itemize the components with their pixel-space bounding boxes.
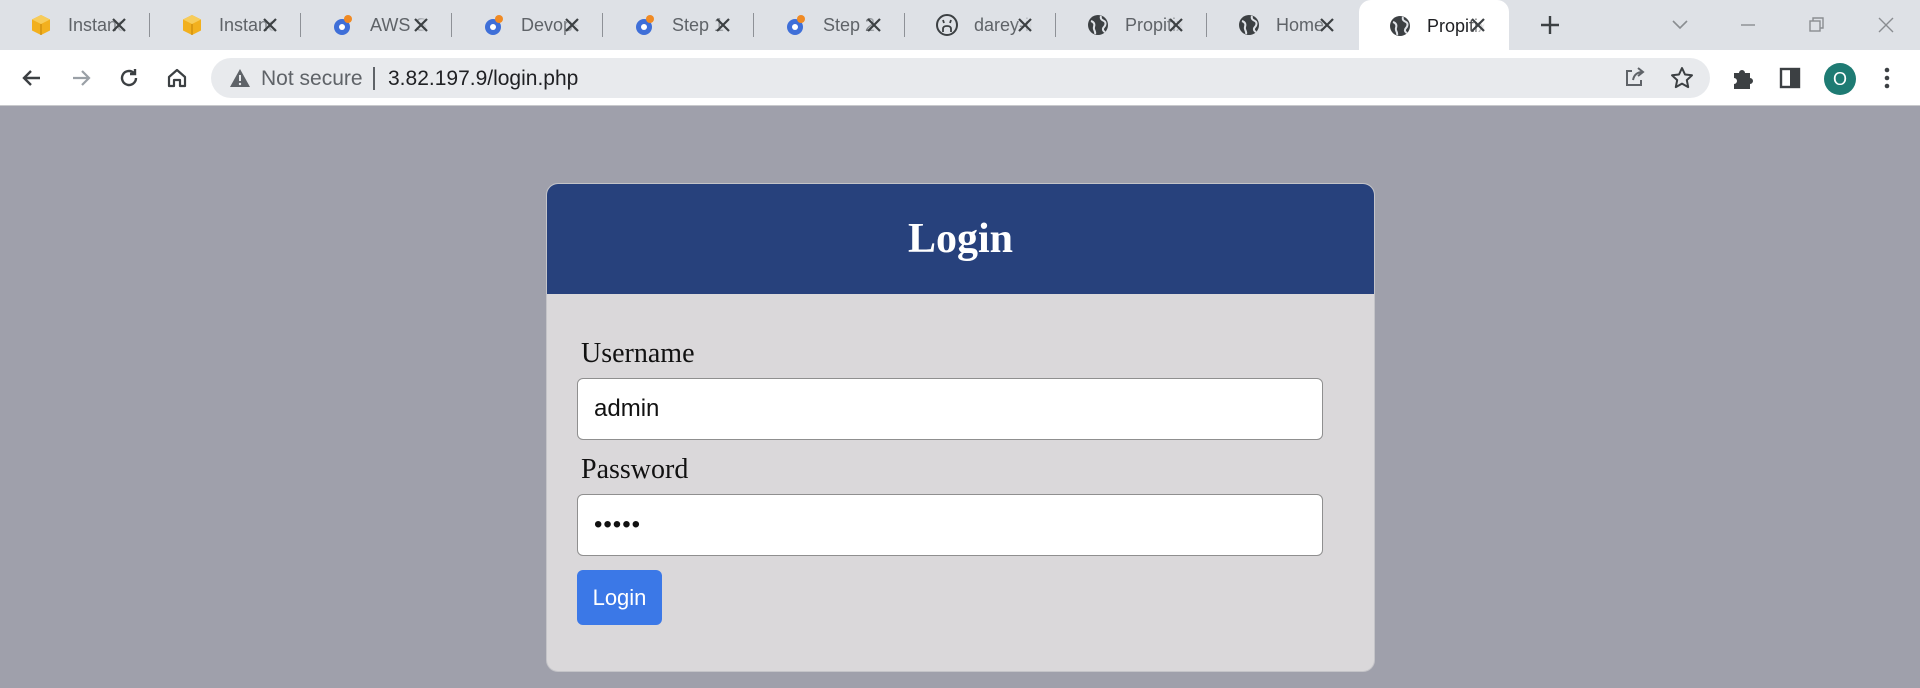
forward-button[interactable] [64, 61, 98, 95]
browser-tab[interactable]: Instances [0, 0, 150, 50]
globe-icon [1389, 15, 1411, 37]
username-input[interactable]: admin [577, 378, 1323, 440]
tab-separator [300, 13, 301, 37]
aws-box-icon [181, 14, 203, 36]
arrow-right-icon [73, 70, 91, 86]
extensions-button[interactable] [1726, 61, 1760, 95]
tab-separator [1055, 13, 1056, 37]
password-label: Password [581, 454, 689, 485]
new-tab-button[interactable] [1537, 12, 1563, 38]
username-label: Username [581, 338, 695, 369]
tab-separator [904, 13, 905, 37]
tab-separator [753, 13, 754, 37]
browser-menu-button[interactable] [1870, 61, 1904, 95]
profile-avatar[interactable]: O [1824, 63, 1856, 95]
tab-separator [149, 13, 150, 37]
tab-strip: InstancesInstancesAWS SetupDevopsStep 1S… [0, 0, 1920, 52]
tab-close-icon[interactable] [1467, 14, 1489, 36]
bookmark-star-icon[interactable] [1669, 65, 1695, 91]
browser-tab[interactable]: Propitix [1057, 0, 1207, 50]
tab-close-icon[interactable] [1014, 14, 1036, 36]
browser-tab[interactable]: Propitix [1359, 0, 1509, 52]
restore-button[interactable] [1803, 12, 1831, 38]
side-panel-button[interactable] [1773, 61, 1807, 95]
arrow-left-icon [22, 70, 40, 86]
darey-icon [332, 14, 354, 36]
reload-button[interactable] [112, 61, 146, 95]
browser-tab[interactable]: darey-io [906, 0, 1056, 50]
tab-search-button[interactable] [1666, 12, 1694, 38]
tab-close-icon[interactable] [108, 14, 130, 36]
share-icon[interactable] [1622, 66, 1646, 90]
browser-tab[interactable]: Step 2 [755, 0, 905, 50]
browser-tab[interactable]: Home [1208, 0, 1358, 50]
aws-box-icon [30, 14, 52, 36]
security-label[interactable]: Not secure [261, 67, 363, 91]
close-icon [1878, 17, 1894, 33]
tab-close-icon[interactable] [1165, 14, 1187, 36]
login-card: Login Username admin Password ••••• Logi… [546, 183, 1375, 672]
tab-close-icon[interactable] [712, 14, 734, 36]
browser-tab[interactable]: Step 1 [604, 0, 754, 50]
warning-icon [230, 69, 250, 87]
minimize-icon [1741, 24, 1755, 26]
login-heading: Login [907, 216, 1014, 262]
login-card-header: Login [547, 184, 1374, 294]
browser-toolbar: Not secure 3.82.197.9/login.php O [0, 50, 1920, 106]
address-bar[interactable]: Not secure 3.82.197.9/login.php [211, 58, 1710, 98]
more-vertical-icon [1884, 67, 1890, 89]
reload-icon [120, 69, 138, 87]
darey-icon [634, 14, 656, 36]
darey-icon [483, 14, 505, 36]
browser-tab[interactable]: AWS Setup [302, 0, 452, 50]
address-divider [373, 67, 375, 90]
github-icon [936, 14, 958, 36]
chevron-down-icon [1672, 20, 1688, 30]
tab-close-icon[interactable] [863, 14, 885, 36]
password-input[interactable]: ••••• [577, 494, 1323, 556]
tab-close-icon[interactable] [259, 14, 281, 36]
back-button[interactable] [15, 61, 49, 95]
tab-separator [1206, 13, 1207, 37]
tab-close-icon[interactable] [410, 14, 432, 36]
browser-tab[interactable]: Devops [453, 0, 603, 50]
close-window-button[interactable] [1872, 12, 1900, 38]
minimize-button[interactable] [1734, 12, 1762, 38]
browser-tab[interactable]: Instances [151, 0, 301, 50]
url-text[interactable]: 3.82.197.9/login.php [388, 67, 578, 91]
restore-icon [1809, 17, 1824, 32]
side-panel-icon [1779, 67, 1801, 89]
tab-separator [451, 13, 452, 37]
home-button[interactable] [160, 61, 194, 95]
plus-icon [1541, 16, 1559, 34]
home-icon [167, 68, 187, 88]
tab-close-icon[interactable] [1316, 14, 1338, 36]
darey-icon [785, 14, 807, 36]
tab-separator [602, 13, 603, 37]
globe-icon [1238, 14, 1260, 36]
login-button[interactable]: Login [577, 570, 662, 625]
globe-icon [1087, 14, 1109, 36]
tab-close-icon[interactable] [561, 14, 583, 36]
puzzle-icon [1734, 70, 1753, 89]
